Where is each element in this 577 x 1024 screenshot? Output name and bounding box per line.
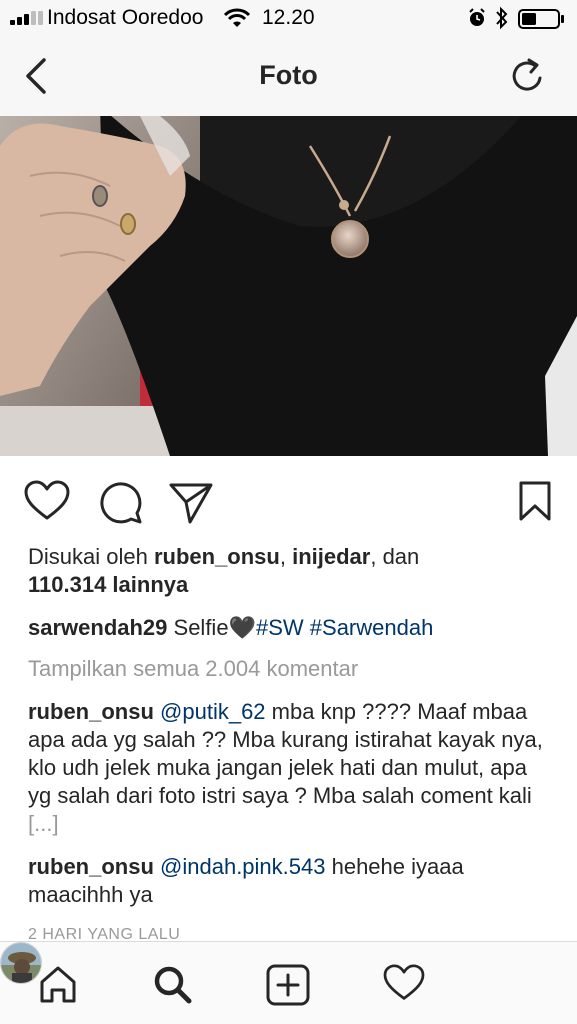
- caption-username[interactable]: sarwendah29: [28, 615, 167, 640]
- avatar[interactable]: [0, 942, 42, 984]
- selfie-image: [0, 116, 577, 456]
- comment-item: ruben_onsu @indah.pink.543 hehehe iyaaa …: [28, 853, 548, 909]
- wifi-icon: [224, 8, 250, 27]
- post-caption: sarwendah29 Selfie🖤#SW #Sarwendah: [28, 614, 548, 642]
- post-photo[interactable]: [0, 116, 577, 456]
- likes-connector: , dan: [370, 544, 420, 569]
- bluetooth-icon: [496, 6, 508, 30]
- bookmark-icon[interactable]: [518, 480, 552, 522]
- comment-more-link[interactable]: [...]: [28, 811, 59, 836]
- heart-icon[interactable]: [24, 480, 70, 522]
- home-icon[interactable]: [38, 964, 78, 1004]
- status-time: 12.20: [262, 6, 315, 29]
- comment-username[interactable]: ruben_onsu: [28, 854, 154, 879]
- likes-count[interactable]: 110.314 lainnya: [28, 572, 188, 597]
- carrier-name: Indosat Ooredoo: [47, 6, 204, 29]
- post-action-bar: [0, 470, 577, 530]
- likes-separator: ,: [279, 544, 293, 569]
- profile-avatar-image: [1, 943, 41, 983]
- likes-prefix: Disukai oleh: [28, 544, 154, 569]
- caption-text: Selfie: [167, 615, 229, 640]
- page-title: Foto: [259, 60, 318, 90]
- heart-icon[interactable]: [383, 964, 425, 1002]
- black-heart-emoji: 🖤: [228, 615, 256, 640]
- liked-by-user-2[interactable]: inijedar: [292, 544, 370, 569]
- battery-icon: [518, 9, 564, 29]
- search-icon[interactable]: [152, 964, 192, 1004]
- comment-mention[interactable]: @indah.pink.543: [160, 854, 325, 879]
- comment-bubble-icon[interactable]: [98, 480, 144, 526]
- nav-bar: Foto: [0, 36, 577, 116]
- liked-by-user-1[interactable]: ruben_onsu: [154, 544, 280, 569]
- comment-mention[interactable]: @putik_62: [160, 699, 266, 724]
- alarm-icon: [469, 8, 485, 26]
- comment-item: ruben_onsu @putik_62 mba knp ???? Maaf m…: [28, 698, 548, 838]
- refresh-icon[interactable]: [507, 56, 547, 96]
- paper-plane-icon[interactable]: [168, 480, 214, 526]
- view-all-comments-link[interactable]: Tampilkan semua 2.004 komentar: [28, 655, 548, 683]
- hashtag-sw[interactable]: #SW: [256, 615, 304, 640]
- likes-summary: Disukai oleh ruben_onsu, inijedar, dan 1…: [28, 543, 548, 599]
- add-icon[interactable]: [266, 964, 310, 1006]
- hashtag-sarwendah[interactable]: #Sarwendah: [310, 615, 434, 640]
- comment-username[interactable]: ruben_onsu: [28, 699, 154, 724]
- bottom-tab-bar: [0, 941, 577, 1024]
- status-bar: Indosat Ooredoo 12.20: [0, 0, 577, 36]
